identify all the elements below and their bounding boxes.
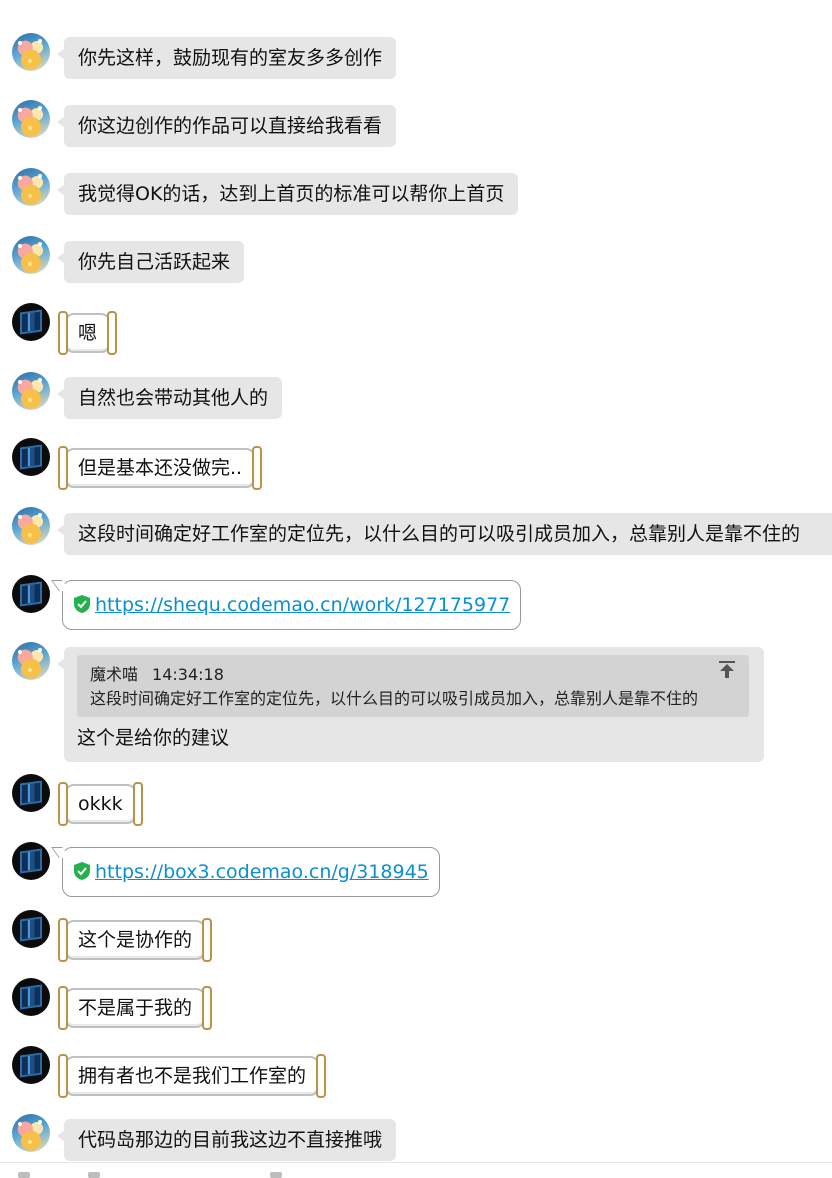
message-bubble[interactable]: 不是属于我的 — [58, 986, 213, 1030]
message-bubble[interactable]: 你先这样，鼓励现有的室友多多创作 — [56, 37, 397, 79]
message-bubble[interactable]: 但是基本还没做完.. — [58, 446, 263, 490]
message-bubble[interactable]: 自然也会带动其他人的 — [56, 377, 283, 419]
bubble-frame-right — [132, 782, 143, 826]
self-avatar[interactable] — [12, 575, 50, 613]
message-bubble[interactable]: 我觉得OK的话，达到上首页的标准可以帮你上首页 — [56, 173, 519, 215]
message-bubble[interactable]: 你这边创作的作品可以直接给我看看 — [56, 105, 397, 147]
quote-text: 这段时间确定好工作室的定位先，以什么目的可以吸引成员加入，总靠别人是靠不住的 — [90, 689, 699, 708]
message-text: okkk — [78, 793, 123, 815]
bubble-frame-left — [58, 311, 68, 355]
link-url[interactable]: https://box3.codemao.cn/g/318945 — [95, 861, 429, 883]
bubble-frame-left — [58, 986, 68, 1030]
bubble-frame-right — [252, 446, 263, 490]
user-avatar[interactable] — [12, 168, 50, 206]
quoted-message[interactable]: 魔术喵 14:34:18 这段时间确定好工作室的定位先，以什么目的可以吸引成员加入… — [77, 655, 749, 717]
quote-header: 魔术喵 14:34:18 — [90, 661, 224, 685]
self-avatar[interactable] — [12, 910, 50, 948]
self-avatar[interactable] — [12, 438, 50, 476]
message-text: 这个是协作的 — [78, 929, 193, 951]
self-avatar[interactable] — [12, 303, 50, 341]
link-bubble[interactable]: https://box3.codemao.cn/g/318945 — [62, 847, 440, 897]
input-toolbar — [0, 1162, 832, 1178]
self-avatar[interactable] — [12, 1046, 50, 1084]
bubble-frame-left — [58, 446, 68, 490]
bubble-frame-left — [58, 782, 68, 826]
image-icon[interactable] — [270, 1172, 282, 1178]
quote-time: 14:34:18 — [152, 665, 224, 684]
message-text: 拥有者也不是我们工作室的 — [78, 1065, 307, 1087]
bubble-frame-left — [58, 918, 68, 962]
quote-author: 魔术喵 — [90, 665, 139, 684]
message-text: 不是属于我的 — [78, 997, 193, 1019]
security-shield-icon — [74, 594, 90, 613]
user-avatar[interactable] — [12, 507, 50, 545]
toolbar-icon[interactable] — [88, 1172, 100, 1178]
user-avatar[interactable] — [12, 33, 50, 71]
user-avatar[interactable] — [12, 236, 50, 274]
message-bubble[interactable]: 这段时间确定好工作室的定位先，以什么目的可以吸引成员加入，总靠别人是靠不住的 — [56, 513, 832, 555]
quote-message-bubble[interactable]: 魔术喵 14:34:18 这段时间确定好工作室的定位先，以什么目的可以吸引成员加入… — [57, 647, 764, 762]
message-bubble[interactable]: 拥有者也不是我们工作室的 — [58, 1054, 327, 1098]
link-url[interactable]: https://shequ.codemao.cn/work/127175977 — [95, 594, 510, 616]
link-bubble[interactable]: https://shequ.codemao.cn/work/127175977 — [62, 580, 522, 630]
bubble-frame-right — [202, 918, 213, 962]
jump-to-top-icon[interactable] — [719, 661, 735, 679]
user-avatar[interactable] — [12, 372, 50, 410]
self-avatar[interactable] — [12, 842, 50, 880]
message-text: 这个是给你的建议 — [77, 727, 230, 749]
bubble-frame-left — [58, 1054, 68, 1098]
user-avatar[interactable] — [12, 1114, 50, 1152]
emoji-icon[interactable] — [18, 1172, 30, 1178]
message-bubble[interactable]: 嗯 — [58, 311, 118, 355]
message-bubble[interactable]: 这个是协作的 — [58, 918, 213, 962]
bubble-frame-right — [316, 1054, 327, 1098]
message-bubble[interactable]: okkk — [58, 782, 143, 826]
user-avatar[interactable] — [12, 100, 50, 138]
message-text: 嗯 — [78, 322, 98, 344]
message-bubble[interactable]: 代码岛那边的目前我这边不直接推哦 — [56, 1119, 397, 1161]
user-avatar[interactable] — [12, 642, 50, 680]
bubble-frame-right — [107, 311, 118, 355]
message-bubble[interactable]: 你先自己活跃起来 — [56, 241, 245, 283]
security-shield-icon — [74, 861, 90, 880]
self-avatar[interactable] — [12, 774, 50, 812]
message-text: 但是基本还没做完.. — [78, 457, 243, 479]
self-avatar[interactable] — [12, 978, 50, 1016]
bubble-frame-right — [202, 986, 213, 1030]
